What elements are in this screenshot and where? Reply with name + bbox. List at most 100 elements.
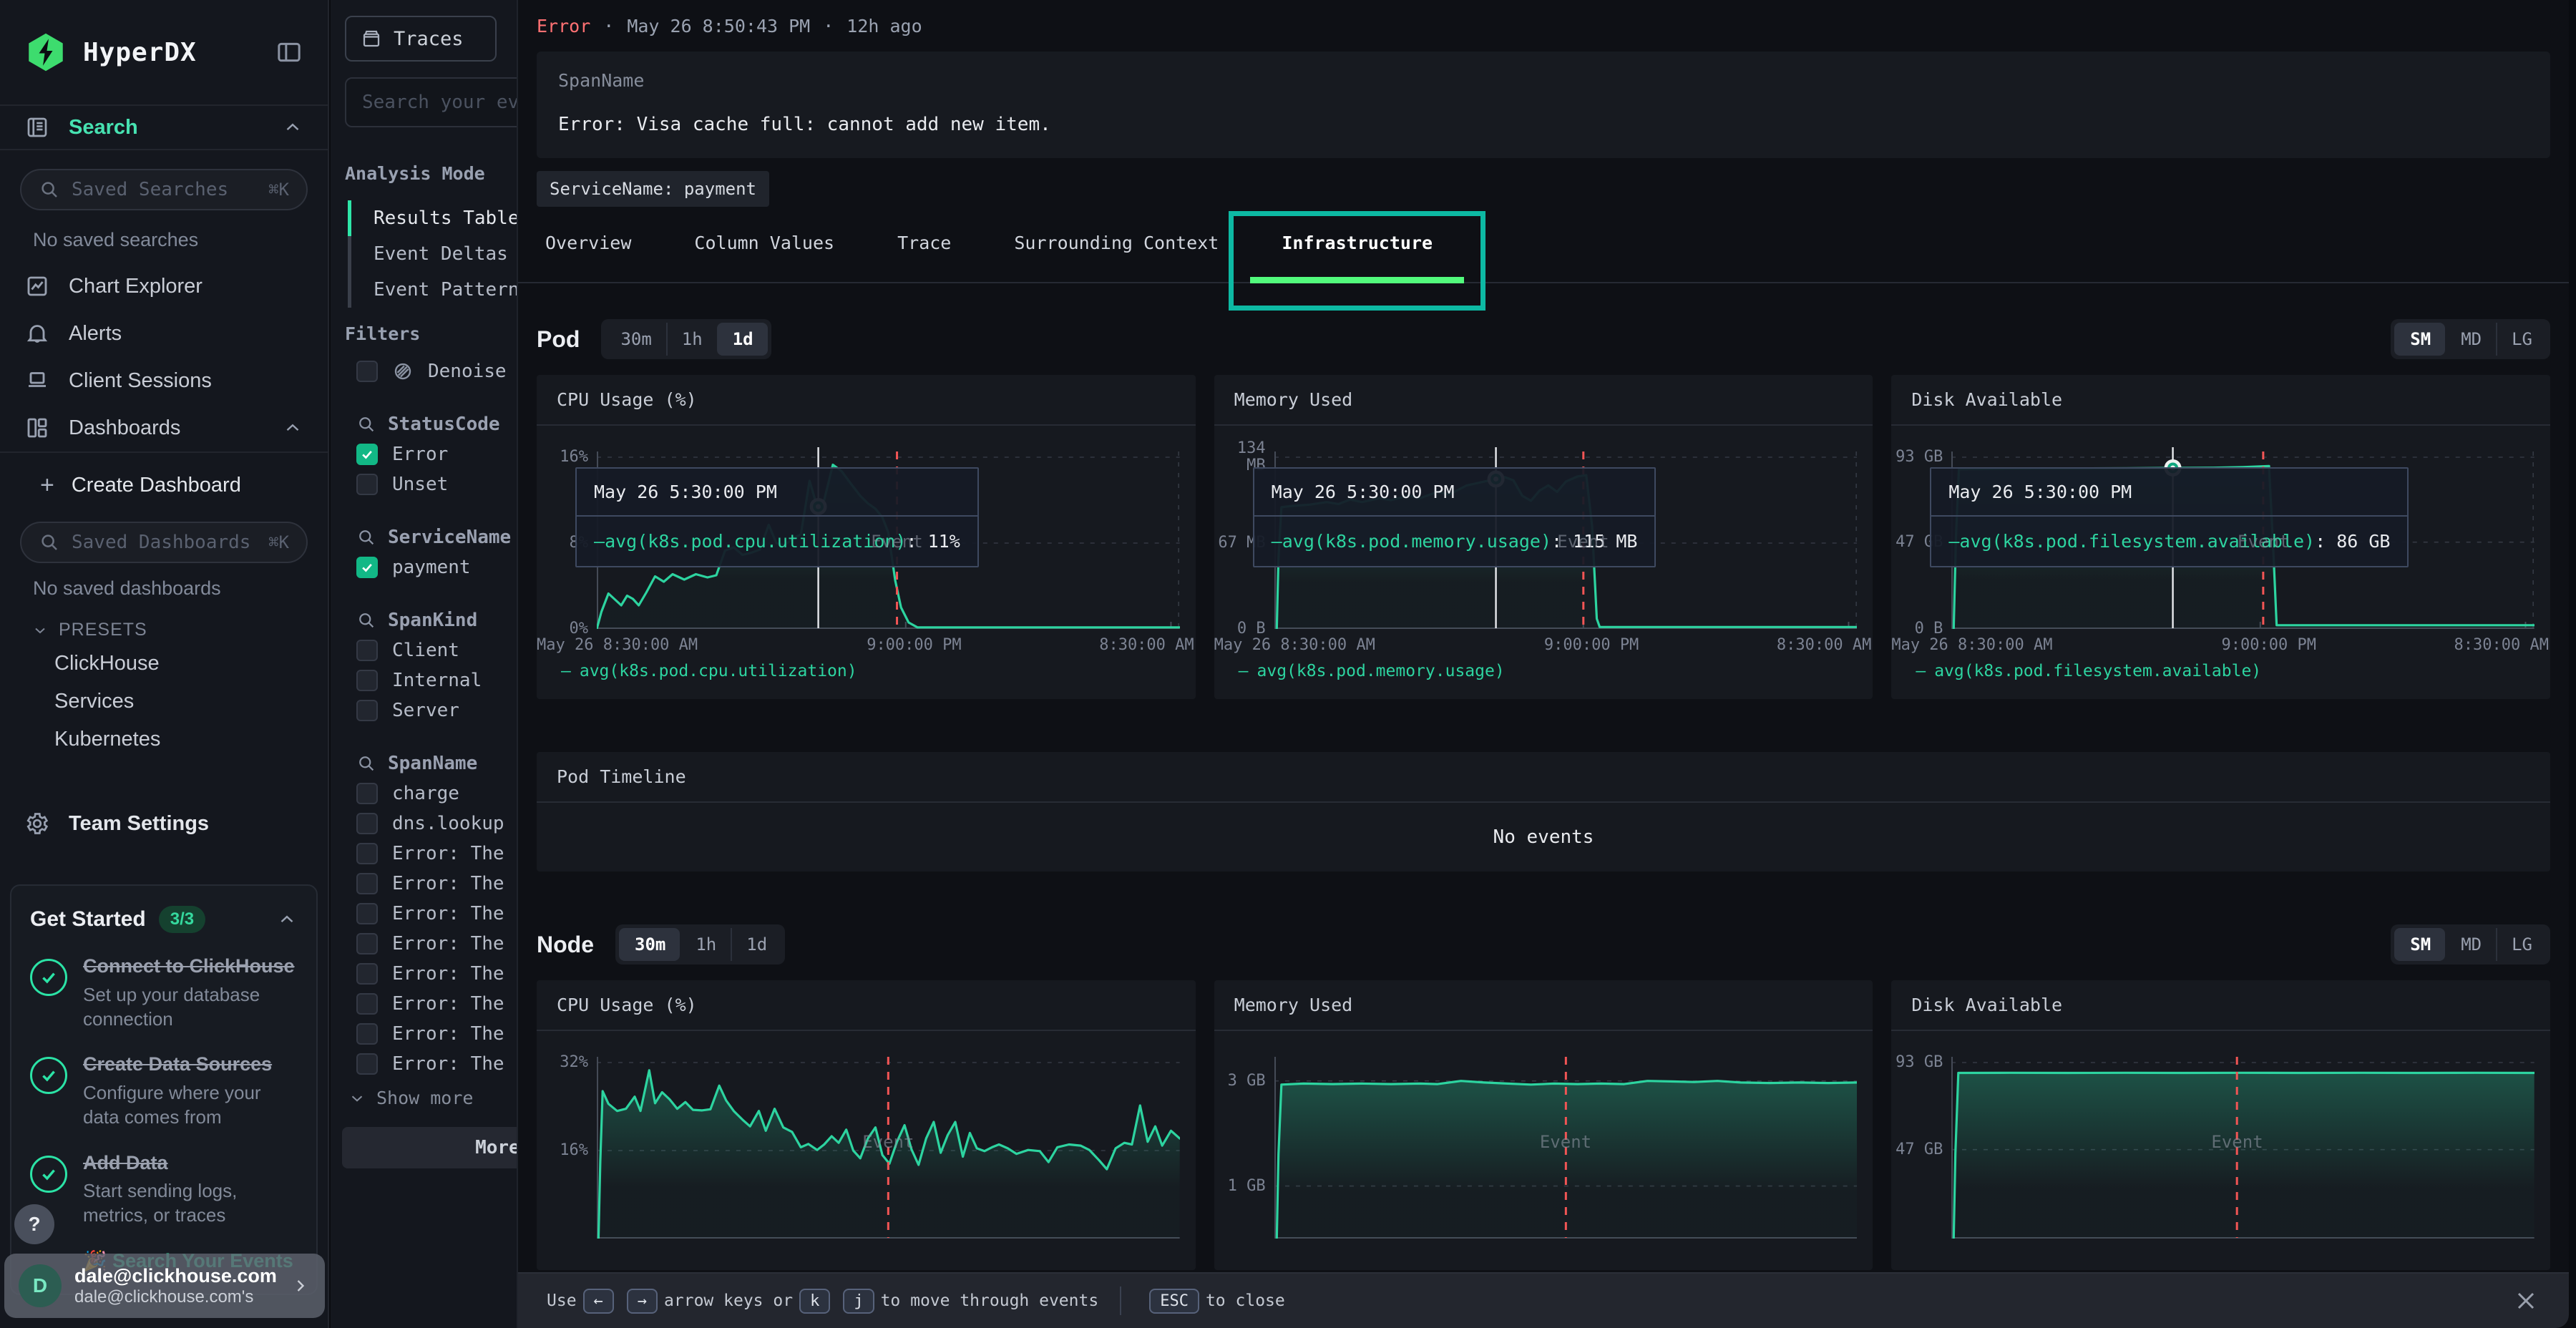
checkbox[interactable] bbox=[356, 670, 378, 691]
chart-plot[interactable]: 134 MB67 MB0 BEventMay 26 5:30:00 PM—avg… bbox=[1274, 447, 1858, 629]
chart-plot[interactable]: 16%8%0%EventMay 26 5:30:00 PM—avg(k8s.po… bbox=[597, 447, 1180, 629]
chart-plot[interactable]: 93 GB47 GBEvent bbox=[1951, 1053, 2534, 1239]
preset-clickhouse[interactable]: ClickHouse bbox=[0, 645, 328, 683]
chart-plot[interactable]: 93 GB47 GB0 BEventMay 26 5:30:00 PM—avg(… bbox=[1951, 447, 2534, 629]
close-icon[interactable] bbox=[2512, 1286, 2540, 1315]
sidebar-item-label: Chart Explorer bbox=[69, 275, 203, 298]
filter-option-label: Denoise Results bbox=[428, 361, 517, 382]
filter-group-spankind[interactable]: SpanKind bbox=[331, 602, 517, 635]
pod-size-lg[interactable]: LG bbox=[2496, 323, 2547, 356]
filter-option-error-the-cr[interactable]: Error: The cr bbox=[331, 989, 517, 1019]
saved-searches-input[interactable]: Saved Searches ⌘K bbox=[20, 169, 308, 210]
get-started-item[interactable]: Create Data SourcesConfigure where your … bbox=[30, 1053, 298, 1129]
sidebar-item-alerts[interactable]: Alerts bbox=[0, 310, 328, 357]
check-circle-icon bbox=[30, 1057, 67, 1094]
preset-services[interactable]: Services bbox=[0, 683, 328, 721]
filter-group-spanname[interactable]: SpanName bbox=[331, 746, 517, 778]
saved-dashboards-input[interactable]: Saved Dashboards ⌘K bbox=[20, 522, 308, 563]
checkbox[interactable] bbox=[356, 933, 378, 954]
checkbox[interactable] bbox=[356, 993, 378, 1015]
node-size-sm[interactable]: SM bbox=[2394, 928, 2445, 961]
filter-option-payment[interactable]: payment bbox=[331, 552, 517, 582]
node-range-30m[interactable]: 30m bbox=[619, 928, 680, 961]
node-size-lg[interactable]: LG bbox=[2496, 928, 2547, 961]
filter-option-error-the-cr[interactable]: Error: The cr bbox=[331, 839, 517, 869]
checkbox[interactable] bbox=[356, 873, 378, 894]
tab-overview[interactable]: Overview bbox=[545, 221, 631, 282]
pod-range-30m[interactable]: 30m bbox=[605, 323, 665, 356]
filter-option-charge[interactable]: charge bbox=[331, 778, 517, 809]
presets-toggle[interactable]: PRESETS bbox=[0, 600, 328, 645]
sidebar-item-search[interactable]: Search bbox=[0, 106, 328, 150]
checkbox[interactable] bbox=[356, 813, 378, 834]
filter-option-error-the-cr[interactable]: Error: The cr bbox=[331, 1049, 517, 1079]
filter-option-unset[interactable]: Unset bbox=[331, 469, 517, 499]
sidebar-item-team-settings[interactable]: Team Settings bbox=[0, 800, 328, 847]
filter-option-error-the-cr[interactable]: Error: The cr bbox=[331, 1019, 517, 1049]
sidebar-item-client-sessions[interactable]: Client Sessions bbox=[0, 357, 328, 404]
hyperdx-logo-icon bbox=[24, 31, 67, 74]
checkbox[interactable] bbox=[356, 557, 378, 578]
filter-group-statuscode[interactable]: StatusCode bbox=[331, 406, 517, 439]
filter-option-error[interactable]: Error bbox=[331, 439, 517, 469]
pod-size-md[interactable]: MD bbox=[2445, 323, 2496, 356]
checkbox[interactable] bbox=[356, 640, 378, 661]
create-dashboard-button[interactable]: + Create Dashboard bbox=[0, 453, 328, 517]
preset-kubernetes[interactable]: Kubernetes bbox=[0, 721, 328, 758]
chart-plot[interactable]: 3 GB1 GBEvent bbox=[1274, 1053, 1858, 1239]
get-started-items: Connect to ClickHouseSet up your databas… bbox=[30, 954, 298, 1274]
legend-series-name: avg(k8s.pod.memory.usage) bbox=[1257, 662, 1505, 680]
tab-column-values[interactable]: Column Values bbox=[694, 221, 834, 282]
filter-option-error-the-cr[interactable]: Error: The cr bbox=[331, 899, 517, 929]
checkbox[interactable] bbox=[356, 903, 378, 924]
event-search-input[interactable]: Search your events... bbox=[345, 77, 517, 127]
filter-option-error-the-cr[interactable]: Error: The cr bbox=[331, 869, 517, 899]
analysis-mode-event-patterns[interactable]: Event Patterns bbox=[348, 272, 517, 308]
x-axis-labels: May 26 8:30:00 AM9:00:00 PM8:30:00 AM bbox=[1951, 629, 2550, 660]
checkbox[interactable] bbox=[356, 444, 378, 465]
analysis-mode-event-deltas[interactable]: Event Deltas bbox=[348, 236, 517, 272]
user-menu[interactable]: D dale@clickhouse.com dale@clickhouse.co… bbox=[4, 1254, 325, 1318]
node-range-1d[interactable]: 1d bbox=[731, 928, 781, 961]
checkbox[interactable] bbox=[356, 474, 378, 495]
node-range-1h[interactable]: 1h bbox=[680, 928, 731, 961]
help-button[interactable]: ? bbox=[14, 1204, 54, 1244]
show-more-button[interactable]: Show more bbox=[331, 1079, 517, 1108]
node-size-md[interactable]: MD bbox=[2445, 928, 2496, 961]
collapse-sidebar-icon[interactable] bbox=[275, 38, 303, 67]
checkbox[interactable] bbox=[356, 783, 378, 804]
analysis-mode-results-table[interactable]: Results Table bbox=[348, 200, 517, 236]
tab-trace[interactable]: Trace bbox=[897, 221, 951, 282]
pod-range-1d[interactable]: 1d bbox=[717, 323, 768, 356]
filter-group-servicename[interactable]: ServiceName bbox=[331, 519, 517, 552]
filter-option-client[interactable]: Client bbox=[331, 635, 517, 665]
get-started-item[interactable]: Add DataStart sending logs, metrics, or … bbox=[30, 1151, 298, 1228]
checkbox[interactable] bbox=[356, 843, 378, 864]
chevron-up-icon[interactable] bbox=[276, 909, 298, 930]
pod-charts: CPU Usage (%)16%8%0%EventMay 26 5:30:00 … bbox=[537, 375, 2550, 699]
service-name-tag[interactable]: ServiceName: payment bbox=[537, 171, 769, 207]
highlight-annotation-box bbox=[1229, 211, 1485, 311]
checkbox[interactable] bbox=[356, 963, 378, 985]
sidebar-item-dashboards[interactable]: Dashboards bbox=[0, 404, 328, 451]
filter-option-error-the-cr[interactable]: Error: The cr bbox=[331, 959, 517, 989]
checkbox[interactable] bbox=[356, 1023, 378, 1045]
checkbox[interactable] bbox=[356, 700, 378, 721]
no-saved-searches-text: No saved searches bbox=[0, 210, 328, 251]
source-select[interactable]: Traces bbox=[345, 16, 497, 62]
pod-range-1h[interactable]: 1h bbox=[666, 323, 717, 356]
filter-option-error-the-cr[interactable]: Error: The cr bbox=[331, 929, 517, 959]
filter-option-internal[interactable]: Internal bbox=[331, 665, 517, 695]
more-filters-button[interactable]: More filters bbox=[342, 1127, 517, 1168]
tab-surrounding-context[interactable]: Surrounding Context bbox=[1014, 221, 1219, 282]
chart-plot[interactable]: 32%16%Event bbox=[597, 1053, 1180, 1239]
checkbox[interactable] bbox=[356, 1053, 378, 1075]
get-started-item[interactable]: Connect to ClickHouseSet up your databas… bbox=[30, 954, 298, 1031]
filter-option-denoise-results[interactable]: Denoise Results bbox=[331, 356, 517, 386]
filter-option-server[interactable]: Server bbox=[331, 695, 517, 726]
sidebar-item-chart-explorer[interactable]: Chart Explorer bbox=[0, 263, 328, 310]
filter-option-dns-lookup[interactable]: dns.lookup bbox=[331, 809, 517, 839]
tab-infrastructure[interactable]: Infrastructure bbox=[1282, 221, 1433, 282]
checkbox[interactable] bbox=[356, 361, 378, 382]
pod-size-sm[interactable]: SM bbox=[2394, 323, 2445, 356]
